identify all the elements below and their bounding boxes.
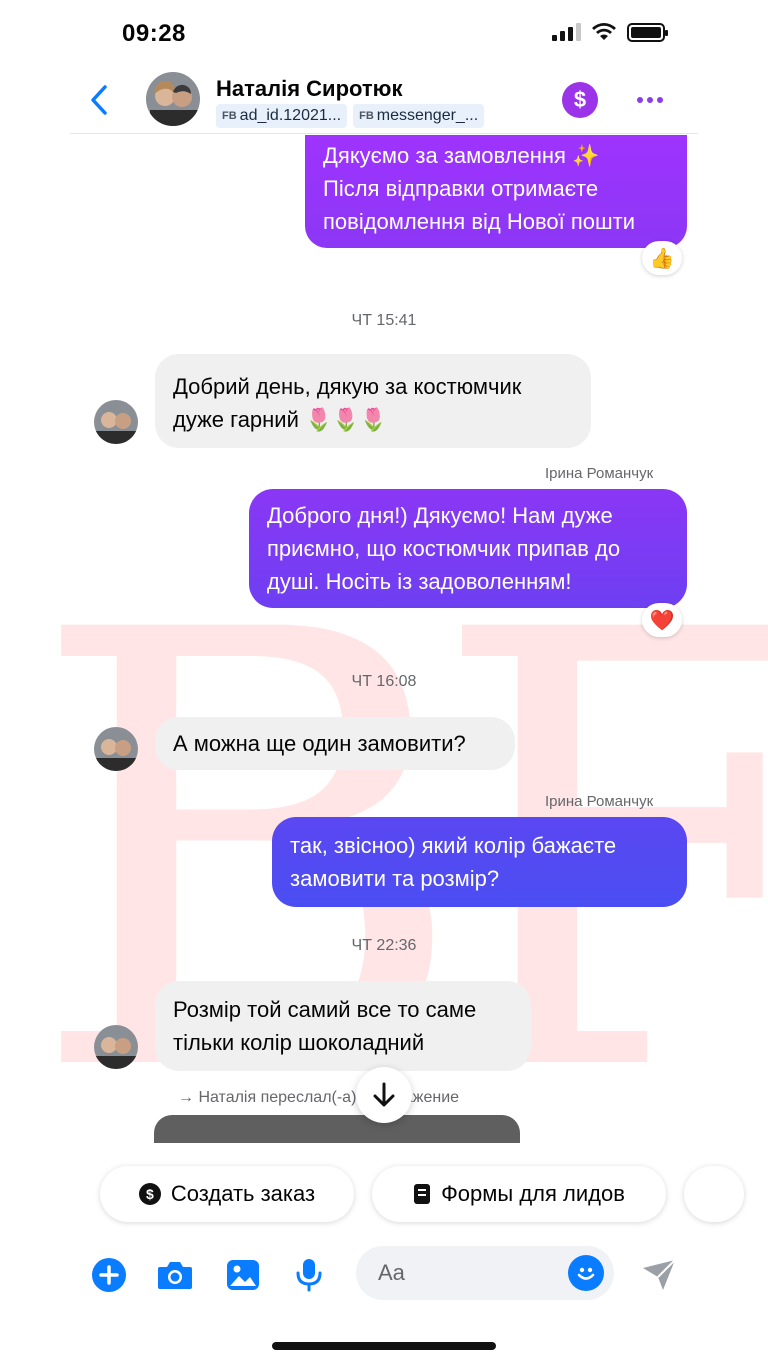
- message-text: Після відправки отримаєте: [323, 176, 599, 201]
- message-text: Добрий день, дякую за костюмчик: [173, 374, 522, 399]
- battery-icon: [627, 22, 668, 42]
- message-text: приємно, що костюмчик припав до: [267, 536, 621, 561]
- more-quick-actions-button[interactable]: [684, 1166, 744, 1222]
- message-bubble-outgoing[interactable]: так, звісноо) який колір бажаєте замовит…: [272, 817, 687, 907]
- fb-icon: FB: [359, 110, 374, 122]
- message-composer: [0, 1244, 768, 1304]
- message-bubble-incoming[interactable]: А можна ще один замовити?: [155, 717, 515, 770]
- sender-name: Ірина Романчук: [545, 793, 654, 810]
- message-bubble-incoming[interactable]: Розмір той самий все то саме тільки колі…: [155, 981, 531, 1071]
- message-bubble-outgoing[interactable]: Дякуємо за замовлення ✨ Після відправки …: [305, 135, 687, 248]
- forwarded-image-preview[interactable]: [154, 1115, 520, 1143]
- wifi-icon: [592, 23, 616, 40]
- send-icon: [643, 1259, 676, 1290]
- lead-forms-button[interactable]: Формы для лидов: [372, 1166, 666, 1222]
- image-icon: [227, 1260, 259, 1290]
- back-button[interactable]: [84, 80, 114, 120]
- gallery-button[interactable]: [224, 1256, 262, 1294]
- status-time: 09:28: [122, 20, 186, 47]
- form-icon: [414, 1184, 431, 1204]
- payment-button[interactable]: $: [562, 82, 598, 118]
- message-text: Розмір той самий все то саме: [173, 997, 477, 1022]
- dollar-icon: $: [138, 1183, 161, 1205]
- message-text: тільки колір шоколадний: [173, 1030, 425, 1055]
- add-button[interactable]: [90, 1256, 128, 1294]
- scroll-to-bottom-button[interactable]: [356, 1067, 412, 1123]
- tag-chip-label: ad_id.12021...: [239, 107, 342, 124]
- timestamp: ЧТ 22:36: [351, 937, 417, 954]
- send-button[interactable]: [640, 1256, 678, 1294]
- microphone-icon: [296, 1259, 322, 1292]
- status-bar: 09:28: [0, 0, 768, 70]
- timestamp: ЧТ 15:41: [351, 312, 417, 329]
- reaction-heart[interactable]: ❤️: [642, 603, 682, 637]
- create-order-label: Создать заказ: [170, 1181, 316, 1206]
- quick-actions-bar: $ Создать заказ Формы для лидов: [0, 1166, 768, 1224]
- tag-chip-label: messenger_...: [376, 107, 479, 124]
- tag-chip-messenger[interactable]: FB messenger_...: [353, 104, 485, 128]
- camera-button[interactable]: [156, 1256, 194, 1294]
- message-list[interactable]: BF Дякуємо за замовлення ✨ Після відправ…: [0, 135, 768, 1143]
- reaction-thumbs-up[interactable]: 👍: [642, 241, 682, 275]
- smiley-icon: [577, 1267, 595, 1280]
- dollar-icon: $: [573, 87, 587, 112]
- more-icon: [637, 97, 643, 103]
- fb-icon: FB: [222, 110, 237, 122]
- message-text: так, звісноо) який колір бажаєте: [290, 833, 617, 858]
- message-text: душі. Носіть із задоволенням!: [267, 569, 572, 594]
- voice-message-button[interactable]: [290, 1256, 328, 1294]
- contact-avatar[interactable]: [146, 72, 200, 126]
- create-order-button[interactable]: $ Создать заказ: [100, 1166, 354, 1222]
- message-text: А можна ще один замовити?: [173, 731, 466, 756]
- cellular-signal-icon: [552, 23, 581, 41]
- sender-name: Ірина Романчук: [545, 465, 654, 482]
- lead-forms-label: Формы для лидов: [441, 1181, 625, 1206]
- home-indicator[interactable]: [272, 1342, 496, 1350]
- chevron-left-icon: [91, 85, 107, 115]
- timestamp: ЧТ 16:08: [351, 673, 417, 690]
- plus-icon: [92, 1258, 126, 1292]
- message-bubble-incoming[interactable]: Добрий день, дякую за костюмчик дуже гар…: [155, 354, 591, 448]
- conversation-header: Наталія Сиротюк FB ad_id.12021... FB mes…: [70, 70, 698, 134]
- contact-name[interactable]: Наталія Сиротюк: [216, 76, 402, 102]
- sender-avatar[interactable]: [94, 1025, 138, 1069]
- forwarded-note: → Наталія переслал(-а) изображение: [178, 1089, 460, 1106]
- message-text: Дякуємо за замовлення ✨: [323, 143, 600, 168]
- sender-avatar[interactable]: [94, 727, 138, 771]
- sender-avatar[interactable]: [94, 400, 138, 444]
- emoji-button[interactable]: [568, 1255, 604, 1291]
- message-text: Доброго дня!) Дякуємо! Нам дуже: [267, 503, 613, 528]
- message-text: повідомлення від Нової пошти: [323, 209, 636, 234]
- contact-tags: FB ad_id.12021... FB messenger_...: [216, 104, 485, 128]
- camera-icon: [158, 1262, 192, 1289]
- more-options-button[interactable]: [632, 84, 668, 116]
- status-icons: [552, 22, 668, 42]
- arrow-down-icon: [373, 1082, 395, 1107]
- tag-chip-ad-id[interactable]: FB ad_id.12021...: [216, 104, 348, 128]
- message-text: замовити та розмір?: [290, 866, 500, 891]
- message-bubble-outgoing[interactable]: Доброго дня!) Дякуємо! Нам дуже приємно,…: [249, 489, 687, 608]
- message-text: дуже гарний 🌷🌷🌷: [173, 407, 388, 432]
